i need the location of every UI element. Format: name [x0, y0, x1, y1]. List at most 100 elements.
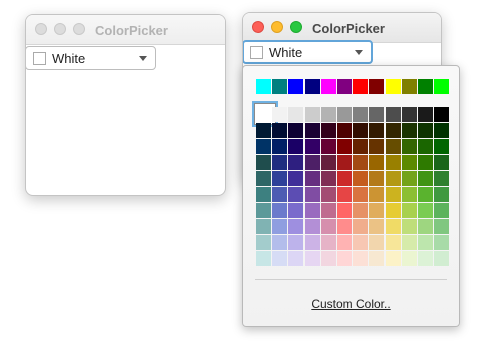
color-cell[interactable]: [337, 155, 352, 170]
color-cell[interactable]: [418, 123, 433, 138]
color-cell[interactable]: [434, 155, 450, 170]
color-cell[interactable]: [272, 79, 288, 94]
color-cell[interactable]: [256, 79, 271, 94]
color-cell[interactable]: [434, 187, 450, 202]
color-cell[interactable]: [304, 155, 320, 170]
color-cell[interactable]: [337, 251, 352, 266]
color-cell[interactable]: [288, 155, 304, 170]
color-cell[interactable]: [369, 107, 385, 122]
color-cell[interactable]: [369, 155, 385, 170]
color-cell[interactable]: [256, 219, 271, 234]
color-picker-combo[interactable]: White: [243, 40, 373, 64]
color-cell[interactable]: [353, 219, 369, 234]
color-cell[interactable]: [385, 219, 401, 234]
color-cell[interactable]: [369, 79, 385, 94]
color-cell[interactable]: [385, 187, 401, 202]
color-cell[interactable]: [304, 171, 320, 186]
color-cell[interactable]: [256, 123, 271, 138]
color-cell[interactable]: [418, 235, 433, 250]
color-cell[interactable]: [434, 251, 450, 266]
color-cell[interactable]: [288, 139, 304, 154]
color-cell[interactable]: [385, 107, 401, 122]
color-cell[interactable]: [434, 123, 450, 138]
color-cell[interactable]: [369, 235, 385, 250]
color-cell[interactable]: [320, 203, 336, 218]
color-cell[interactable]: [320, 139, 336, 154]
color-cell[interactable]: [401, 139, 417, 154]
color-cell[interactable]: [272, 219, 288, 234]
color-cell[interactable]: [272, 171, 288, 186]
color-cell[interactable]: [434, 235, 450, 250]
color-cell[interactable]: [272, 155, 288, 170]
color-cell[interactable]: [272, 235, 288, 250]
color-cell[interactable]: [272, 107, 288, 122]
color-cell[interactable]: [288, 123, 304, 138]
color-cell[interactable]: [304, 139, 320, 154]
color-cell[interactable]: [353, 79, 369, 94]
color-cell[interactable]: [272, 251, 288, 266]
color-cell[interactable]: [401, 155, 417, 170]
color-cell[interactable]: [288, 203, 304, 218]
color-cell[interactable]: [353, 123, 369, 138]
color-cell[interactable]: [369, 203, 385, 218]
color-cell[interactable]: [385, 139, 401, 154]
color-cell[interactable]: [337, 123, 352, 138]
color-cell[interactable]: [418, 107, 433, 122]
color-cell[interactable]: [337, 79, 352, 94]
color-cell[interactable]: [385, 155, 401, 170]
color-cell[interactable]: [256, 187, 271, 202]
zoom-window-button[interactable]: [290, 21, 302, 33]
color-cell[interactable]: [288, 79, 304, 94]
color-cell[interactable]: [304, 123, 320, 138]
color-cell[interactable]: [320, 123, 336, 138]
color-cell[interactable]: [256, 203, 271, 218]
minimize-window-button[interactable]: [271, 21, 283, 33]
color-cell[interactable]: [272, 123, 288, 138]
color-cell[interactable]: [337, 203, 352, 218]
color-cell[interactable]: [256, 155, 271, 170]
color-cell[interactable]: [304, 251, 320, 266]
color-cell[interactable]: [369, 187, 385, 202]
color-cell[interactable]: [288, 251, 304, 266]
color-cell[interactable]: [353, 203, 369, 218]
color-cell[interactable]: [256, 171, 271, 186]
color-cell[interactable]: [401, 219, 417, 234]
color-cell[interactable]: [304, 235, 320, 250]
color-cell[interactable]: [434, 139, 450, 154]
color-cell[interactable]: [320, 187, 336, 202]
color-cell[interactable]: [418, 187, 433, 202]
color-cell[interactable]: [385, 171, 401, 186]
color-cell[interactable]: [304, 107, 320, 122]
color-cell[interactable]: [320, 235, 336, 250]
color-cell[interactable]: [385, 79, 401, 94]
color-cell[interactable]: [401, 187, 417, 202]
color-cell[interactable]: [272, 203, 288, 218]
color-cell[interactable]: [353, 107, 369, 122]
color-cell[interactable]: [418, 203, 433, 218]
color-cell[interactable]: [288, 107, 304, 122]
color-cell[interactable]: [320, 251, 336, 266]
color-cell[interactable]: [401, 107, 417, 122]
color-cell[interactable]: [256, 139, 271, 154]
color-cell[interactable]: [434, 107, 450, 122]
color-cell[interactable]: [418, 251, 433, 266]
color-cell[interactable]: [256, 251, 271, 266]
color-cell[interactable]: [353, 171, 369, 186]
color-cell[interactable]: [418, 219, 433, 234]
color-cell[interactable]: [369, 139, 385, 154]
color-cell[interactable]: [418, 139, 433, 154]
color-cell[interactable]: [401, 79, 417, 94]
color-cell[interactable]: [353, 235, 369, 250]
color-cell[interactable]: [320, 79, 336, 94]
color-cell[interactable]: [353, 155, 369, 170]
color-cell[interactable]: [320, 219, 336, 234]
color-cell[interactable]: [304, 187, 320, 202]
color-cell[interactable]: [337, 107, 352, 122]
color-cell[interactable]: [353, 139, 369, 154]
color-cell[interactable]: [385, 123, 401, 138]
color-cell[interactable]: [288, 219, 304, 234]
color-cell[interactable]: [369, 123, 385, 138]
color-cell[interactable]: [401, 251, 417, 266]
color-cell[interactable]: [418, 155, 433, 170]
color-cell[interactable]: [434, 171, 450, 186]
